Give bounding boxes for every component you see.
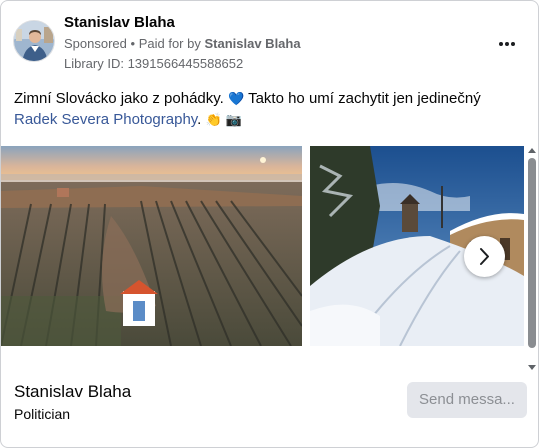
- avatar[interactable]: [13, 20, 55, 62]
- scroll-up-arrow-icon[interactable]: [527, 146, 537, 154]
- post-text: Zimní Slovácko jako z pohádky. 💙 Takto h…: [14, 89, 524, 131]
- carousel-image-vineyard[interactable]: [1, 146, 302, 346]
- ad-header-text: Stanislav Blaha Sponsored • Paid for by …: [64, 14, 301, 73]
- paid-for-prefix: Paid for by: [138, 36, 201, 51]
- carousel-next-button[interactable]: [464, 236, 505, 277]
- blue-heart-emoji: 💙: [227, 92, 245, 107]
- separator-dot: •: [130, 36, 136, 51]
- sponsored-label[interactable]: Sponsored: [64, 36, 127, 51]
- chevron-right-icon: [480, 248, 489, 265]
- camera-emoji: 📷: [225, 113, 243, 128]
- ad-header: Stanislav Blaha Sponsored • Paid for by …: [13, 14, 528, 74]
- ad-card: Stanislav Blaha Sponsored • Paid for by …: [0, 0, 539, 448]
- image-carousel: [1, 146, 538, 346]
- send-message-button[interactable]: Send messa...: [407, 382, 527, 418]
- more-icon[interactable]: [493, 30, 521, 58]
- library-id: Library ID: 1391566445588652: [64, 56, 244, 71]
- scroll-down-arrow-icon[interactable]: [527, 364, 537, 372]
- footer-page-category: Politician: [14, 406, 71, 422]
- scrollbar[interactable]: [525, 146, 538, 376]
- scrollbar-thumb[interactable]: [528, 158, 536, 348]
- clapping-hands-emoji: 👏: [205, 113, 222, 128]
- post-text-intro: Zimní Slovácko jako z pohádky.: [14, 90, 228, 107]
- photographer-link[interactable]: Radek Severa Photography: [14, 111, 197, 128]
- post-text-end: .: [197, 111, 206, 128]
- paid-for-name: Stanislav Blaha: [204, 36, 301, 51]
- page-name[interactable]: Stanislav Blaha: [64, 14, 301, 32]
- sponsored-line: Sponsored • Paid for by Stanislav Blaha: [64, 35, 301, 53]
- footer-page-name[interactable]: Stanislav Blaha: [14, 382, 131, 402]
- post-text-middle: Takto ho umí zachytit jen jedinečný: [244, 90, 481, 107]
